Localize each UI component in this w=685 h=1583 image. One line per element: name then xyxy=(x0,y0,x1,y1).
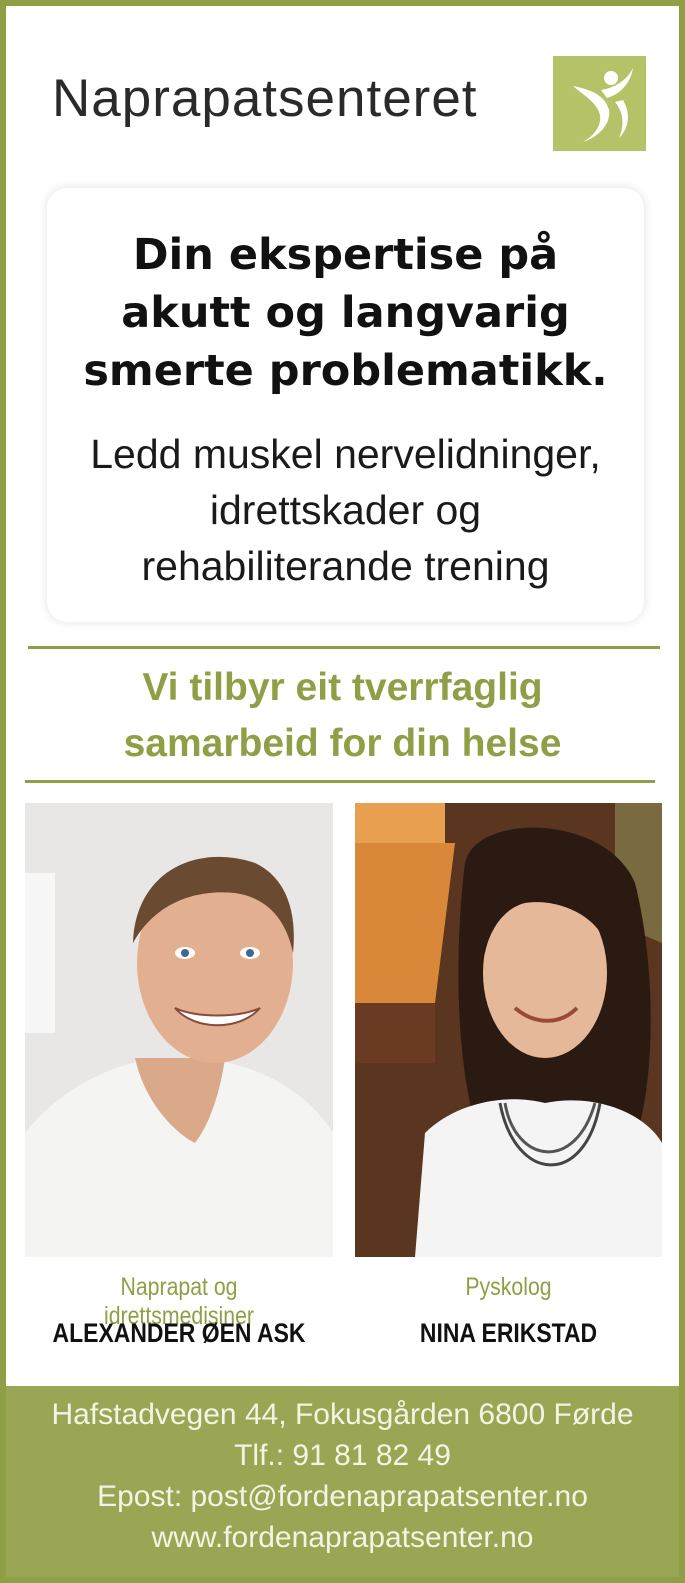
person-name: NINA ERIKSTAD xyxy=(419,1318,598,1348)
divider xyxy=(28,646,660,649)
website-link[interactable]: www.fordenaprapatsenter.no xyxy=(6,1521,679,1555)
contact-footer: Hafstadvegen 44, Fokusgården 6800 Førde … xyxy=(6,1386,679,1577)
offer-line: Vi tilbyr eit tverrfaglig xyxy=(142,666,543,709)
brand-name: Naprapatsenteret xyxy=(52,69,478,128)
person-name: ALEXANDER ØEN ASK xyxy=(52,1318,306,1348)
services-line: rehabiliterande trening xyxy=(141,543,550,589)
runner-logo-icon xyxy=(553,56,646,151)
offer-text: Vi tilbyr eit tverrfaglig samarbeid for … xyxy=(0,660,685,772)
headline: Din ekspertise på akutt og langvarig sme… xyxy=(47,226,644,400)
phone-text: Tlf.: 91 81 82 49 xyxy=(234,1439,451,1472)
services-line: Ledd muskel nervelidninger, xyxy=(90,431,601,477)
headline-line: Din ekspertise på xyxy=(132,230,559,280)
email-link[interactable]: Epost: post@fordenaprapatsenter.no xyxy=(6,1480,679,1514)
offer-line: samarbeid for din helse xyxy=(123,722,562,765)
photo-nina xyxy=(355,803,662,1257)
headline-line: smerte problematikk. xyxy=(83,346,608,396)
headline-line: akutt og langvarig xyxy=(121,288,570,338)
role-label: Pyskolog xyxy=(465,1273,552,1301)
brand-logo xyxy=(553,56,646,151)
address-text: Hafstadvegen 44, Fokusgården 6800 Førde xyxy=(51,1398,634,1431)
divider xyxy=(25,780,655,783)
services-text: Ledd muskel nervelidninger, idrettskader… xyxy=(47,426,644,594)
services-line: idrettskader og xyxy=(209,487,482,533)
intro-card: Din ekspertise på akutt og langvarig sme… xyxy=(47,188,644,622)
photo-alexander xyxy=(25,803,333,1257)
